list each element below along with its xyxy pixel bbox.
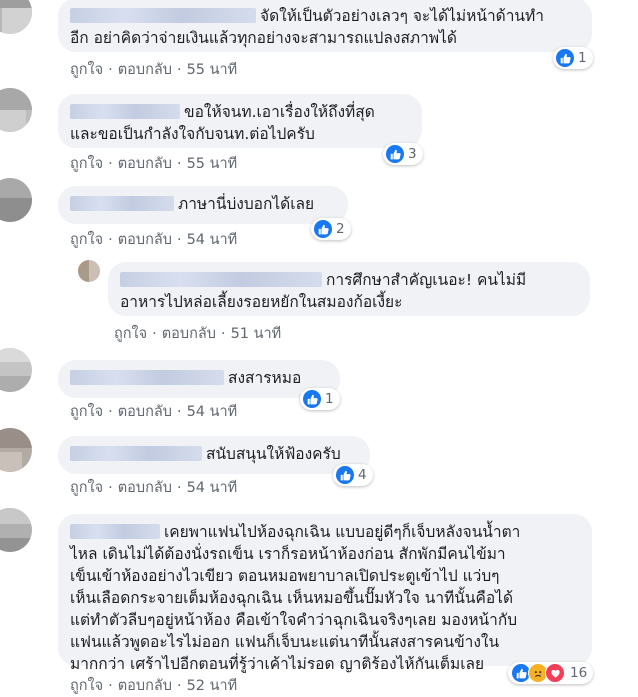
comment-text: อีก อย่าคิดว่าจ่ายเงินแล้วทุกอย่างจะสามา… bbox=[70, 29, 457, 47]
comment-text: เข็นเข้าห้องอย่างไวเขียว ตอนหมอพยาบาลเปิ… bbox=[70, 567, 500, 585]
comment-text: ไหล เดินไม่ได้ต้องนั่งรถเข็น เราก็รอหน้า… bbox=[70, 545, 506, 563]
comment-actions: ถูกใจ · ตอบกลับ · 54 นาที bbox=[70, 404, 238, 420]
comment-bubble: เคยพาแฟนไปห้องฉุกเฉิน แบบอยู่ดีๆก็เจ็บหล… bbox=[58, 514, 592, 673]
comment-text: จัดให้เป็นตัวอย่างเลวๆ จะได้ไม่หน้าด้านท… bbox=[260, 7, 544, 25]
timestamp[interactable]: 51 นาที bbox=[231, 326, 282, 342]
reply-link[interactable]: ตอบกลับ bbox=[118, 156, 172, 172]
reaction-count[interactable]: 1 bbox=[300, 388, 340, 410]
comment-bubble: ภาษานี่บ่งบอกได้เลย bbox=[58, 186, 348, 224]
commenter-name[interactable] bbox=[70, 8, 256, 23]
commenter-name[interactable] bbox=[70, 104, 180, 119]
timestamp[interactable]: 54 นาที bbox=[187, 232, 238, 248]
timestamp[interactable]: 54 นาที bbox=[187, 404, 238, 420]
like-icon bbox=[336, 466, 354, 484]
comment-text: สนับสนุนให้ฟ้องครับ bbox=[206, 445, 341, 463]
comment-text: แฟนแล้วพูดอะไรไม่ออก แฟนก็เจ็บนะแต่นาทีน… bbox=[70, 633, 500, 651]
timestamp[interactable]: 55 นาที bbox=[187, 156, 238, 172]
like-link[interactable]: ถูกใจ bbox=[70, 232, 103, 248]
avatar[interactable] bbox=[0, 508, 32, 552]
comment-actions: ถูกใจ · ตอบกลับ · 55 นาที bbox=[70, 62, 238, 78]
comment-text: แต่ทำตัวลีบๆอยู่หน้าห้อง คือเข้าใจคำว่าฉ… bbox=[70, 611, 518, 629]
avatar[interactable] bbox=[78, 260, 100, 282]
comment-actions: ถูกใจ · ตอบกลับ · 51 นาที bbox=[114, 326, 282, 342]
like-icon bbox=[314, 220, 332, 238]
reply-link[interactable]: ตอบกลับ bbox=[162, 326, 216, 342]
reply-link[interactable]: ตอบกลับ bbox=[118, 62, 172, 78]
comment-bubble: จัดให้เป็นตัวอย่างเลวๆ จะได้ไม่หน้าด้านท… bbox=[58, 0, 592, 52]
reply-link[interactable]: ตอบกลับ bbox=[118, 480, 172, 496]
like-link[interactable]: ถูกใจ bbox=[70, 156, 103, 172]
like-link[interactable]: ถูกใจ bbox=[70, 480, 103, 496]
comment-text: ขอให้จนท.เอาเรื่องให้ถึงที่สุด bbox=[184, 103, 375, 121]
like-link[interactable]: ถูกใจ bbox=[70, 678, 103, 694]
love-icon bbox=[545, 663, 565, 683]
avatar[interactable] bbox=[0, 0, 32, 34]
comment-text: ภาษานี่บ่งบอกได้เลย bbox=[178, 195, 315, 213]
comment-text: เห็นเลือดกระจายเต็มห้องฉุกเฉิน เห็นหมอขึ… bbox=[70, 589, 514, 607]
like-link[interactable]: ถูกใจ bbox=[70, 62, 103, 78]
comment-bubble: การศึกษาสำคัญเนอะ! คนไม่มี อาหารไปหล่อเล… bbox=[108, 262, 590, 316]
reply-link[interactable]: ตอบกลับ bbox=[118, 232, 172, 248]
reaction-count[interactable]: 16 bbox=[508, 662, 594, 684]
commenter-name[interactable] bbox=[70, 524, 160, 539]
reaction-count[interactable]: 2 bbox=[311, 218, 351, 240]
comment-text: เคยพาแฟนไปห้องฉุกเฉิน แบบอยู่ดีๆก็เจ็บหล… bbox=[164, 523, 521, 541]
comment-text: การศึกษาสำคัญเนอะ! คนไม่มี bbox=[326, 271, 527, 289]
comment-bubble: สนับสนุนให้ฟ้องครับ bbox=[58, 436, 370, 474]
reaction-count[interactable]: 4 bbox=[333, 464, 373, 486]
comment-bubble: ขอให้จนท.เอาเรื่องให้ถึงที่สุด และขอเป็น… bbox=[58, 94, 422, 148]
avatar[interactable] bbox=[0, 88, 32, 132]
avatar[interactable] bbox=[0, 428, 32, 472]
like-icon bbox=[386, 145, 404, 163]
like-icon bbox=[303, 390, 321, 408]
comment-text: สงสารหมอ bbox=[228, 369, 302, 387]
comment-bubble: สงสารหมอ bbox=[58, 360, 340, 398]
reply-link[interactable]: ตอบกลับ bbox=[118, 678, 172, 694]
reply-link[interactable]: ตอบกลับ bbox=[118, 404, 172, 420]
commenter-name[interactable] bbox=[70, 370, 224, 385]
comment-text: และขอเป็นกำลังใจกับจนท.ต่อไปครับ bbox=[70, 125, 315, 143]
comment-actions: ถูกใจ · ตอบกลับ · 55 นาที bbox=[70, 156, 238, 172]
timestamp[interactable]: 55 นาที bbox=[187, 62, 238, 78]
timestamp[interactable]: 52 นาที bbox=[187, 678, 238, 694]
reaction-count[interactable]: 3 bbox=[383, 143, 423, 165]
like-link[interactable]: ถูกใจ bbox=[70, 404, 103, 420]
comment-actions: ถูกใจ · ตอบกลับ · 54 นาที bbox=[70, 232, 238, 248]
comment-text: อาหารไปหล่อเลี้ยงรอยหยักในสมองก้อเงี้ยะ bbox=[120, 293, 403, 311]
comment-actions: ถูกใจ · ตอบกลับ · 54 นาที bbox=[70, 480, 238, 496]
like-link[interactable]: ถูกใจ bbox=[114, 326, 147, 342]
avatar[interactable] bbox=[0, 348, 32, 392]
comment-text: มากกว่า เศร้าไปอีกตอนที่รู้ว่าเค้าไม่รอด… bbox=[70, 655, 485, 673]
commenter-name[interactable] bbox=[70, 196, 174, 211]
commenter-name[interactable] bbox=[70, 446, 202, 461]
commenter-name[interactable] bbox=[120, 272, 322, 287]
timestamp[interactable]: 54 นาที bbox=[187, 480, 238, 496]
reaction-count[interactable]: 1 bbox=[553, 47, 593, 69]
like-icon bbox=[556, 49, 574, 67]
comment-actions: ถูกใจ · ตอบกลับ · 52 นาที bbox=[70, 678, 238, 694]
avatar[interactable] bbox=[0, 178, 32, 222]
